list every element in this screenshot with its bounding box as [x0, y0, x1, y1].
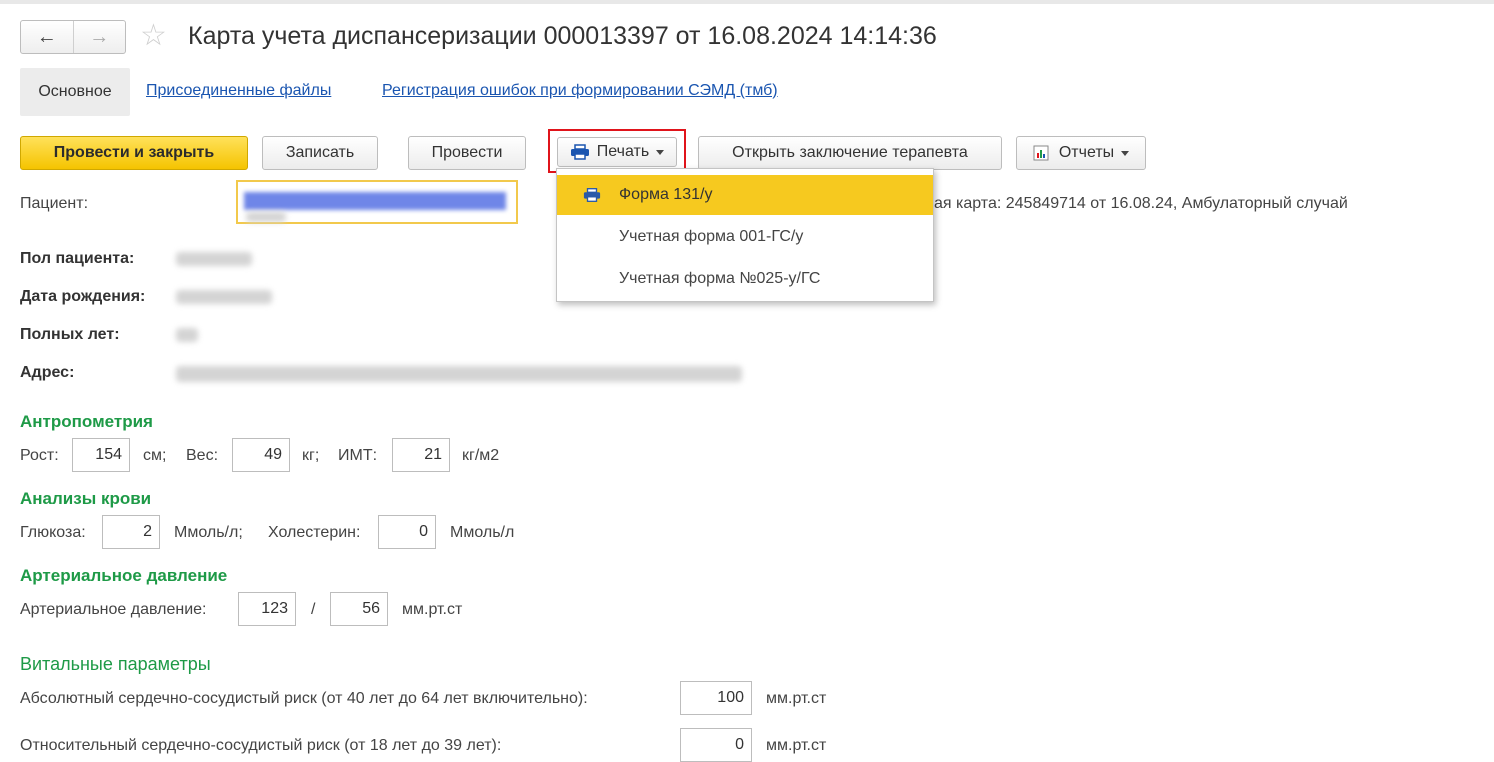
nav-buttons: ← →	[20, 20, 126, 54]
menu-item-label: Учетная форма 001-ГС/у	[619, 228, 804, 245]
back-button[interactable]: ←	[21, 21, 73, 53]
print-dropdown-menu: Форма 131/у Учетная форма 001-ГС/у Учетн…	[556, 168, 934, 302]
chevron-down-icon	[656, 149, 665, 155]
arrow-left-icon: ←	[36, 25, 57, 48]
top-border	[0, 0, 1494, 4]
birth-date-value-redacted	[176, 290, 272, 304]
relative-risk-unit: мм.рт.ст	[766, 737, 827, 754]
tab-attached-files[interactable]: Присоединенные файлы	[146, 82, 331, 100]
blood-tests-section-title: Анализы крови	[20, 489, 152, 508]
bmi-input[interactable]: 21	[392, 438, 450, 472]
age-value-redacted	[176, 328, 198, 342]
address-value-redacted	[176, 366, 742, 382]
chevron-down-icon	[1121, 150, 1130, 156]
cholesterol-unit: Ммоль/л	[450, 524, 515, 541]
gender-value-redacted	[176, 252, 252, 266]
address-label: Адрес:	[20, 364, 75, 381]
relative-risk-input[interactable]: 0	[680, 728, 752, 762]
patient-name-redacted-tail	[246, 212, 286, 222]
systolic-input[interactable]: 123	[238, 592, 296, 626]
glucose-label: Глюкоза:	[20, 524, 86, 541]
birth-date-label: Дата рождения:	[20, 288, 146, 305]
glucose-unit: Ммоль/л;	[174, 524, 243, 541]
weight-input[interactable]: 49	[232, 438, 290, 472]
relative-risk-label: Относительный сердечно-сосудистый риск (…	[20, 737, 502, 754]
menu-item-form-131[interactable]: Форма 131/у	[557, 175, 933, 215]
cholesterol-label: Холестерин:	[268, 524, 361, 541]
glucose-input[interactable]: 2	[102, 515, 160, 549]
patient-name-redacted	[244, 192, 506, 210]
card-info-text: ая карта: 245849714 от 16.08.24, Амбулат…	[934, 195, 1348, 212]
height-label: Рост:	[20, 447, 59, 464]
favorite-star-icon[interactable]: ☆	[140, 20, 167, 52]
weight-label: Вес:	[186, 447, 219, 464]
arrow-right-icon: →	[89, 25, 110, 48]
menu-item-label: Учетная форма №025-у/ГС	[619, 270, 821, 287]
print-button[interactable]: Печать	[557, 137, 677, 167]
menu-item-form-025[interactable]: Учетная форма №025-у/ГС	[557, 259, 933, 299]
menu-item-form-001[interactable]: Учетная форма 001-ГС/у	[557, 217, 933, 257]
patient-label: Пациент:	[20, 195, 89, 212]
reports-button-label: Отчеты	[1058, 144, 1115, 161]
diastolic-input[interactable]: 56	[330, 592, 388, 626]
bmi-unit: кг/м2	[462, 447, 500, 464]
cholesterol-input[interactable]: 0	[378, 515, 436, 549]
reports-button[interactable]: Отчеты	[1016, 136, 1146, 170]
tab-semd-errors[interactable]: Регистрация ошибок при формировании СЭМД…	[382, 82, 778, 100]
weight-unit: кг;	[302, 447, 320, 464]
printer-icon	[570, 144, 589, 160]
forward-button[interactable]: →	[72, 21, 126, 53]
tab-main[interactable]: Основное	[20, 68, 130, 116]
page-title: Карта учета диспансеризации 000013397 от…	[188, 22, 937, 50]
pressure-separator: /	[311, 601, 316, 618]
save-button[interactable]: Записать	[262, 136, 378, 170]
printer-icon	[583, 188, 601, 202]
vitals-section-title: Витальные параметры	[20, 654, 211, 674]
absolute-risk-input[interactable]: 100	[680, 681, 752, 715]
menu-item-label: Форма 131/у	[619, 186, 713, 203]
blood-pressure-label: Артериальное давление:	[20, 601, 207, 618]
height-input[interactable]: 154	[72, 438, 130, 472]
pressure-unit: мм.рт.ст	[402, 601, 463, 618]
gender-label: Пол пациента:	[20, 250, 135, 267]
anthropometry-section-title: Антропометрия	[20, 412, 153, 431]
absolute-risk-unit: мм.рт.ст	[766, 690, 827, 707]
post-and-close-button[interactable]: Провести и закрыть	[20, 136, 248, 170]
height-unit: см;	[143, 447, 167, 464]
age-label: Полных лет:	[20, 326, 120, 343]
post-button[interactable]: Провести	[408, 136, 526, 170]
open-therapist-conclusion-button[interactable]: Открыть заключение терапевта	[698, 136, 1002, 170]
absolute-risk-label: Абсолютный сердечно-сосудистый риск (от …	[20, 690, 588, 707]
bmi-label: ИМТ:	[338, 447, 378, 464]
report-chart-icon	[1033, 145, 1049, 161]
print-button-label: Печать	[596, 143, 650, 160]
blood-pressure-section-title: Артериальное давление	[20, 566, 228, 585]
